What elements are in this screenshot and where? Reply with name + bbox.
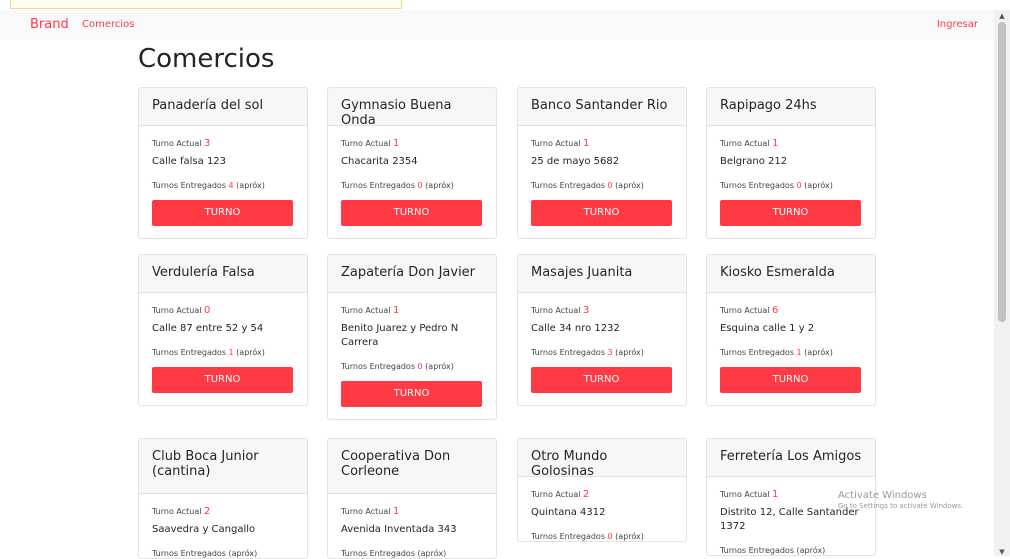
turns-delivered: Turnos Entregados (apróx) (341, 549, 447, 558)
card-title: Rapipago 24hs (707, 88, 875, 126)
card-address: Saavedra y Cangallo (152, 524, 256, 535)
scrollbar[interactable]: ▲ ▼ (994, 10, 1010, 556)
turns-delivered: Turnos Entregados 1 (apróx) (720, 348, 833, 357)
card-title: Banco Santander Rio (518, 88, 686, 126)
navbar: Brand Comercios Ingresar (0, 10, 995, 40)
scroll-down-arrow-icon[interactable]: ▼ (994, 548, 1010, 556)
current-turn: Turno Actual 0 (152, 305, 211, 316)
activate-windows-watermark: Activate Windows Go to Settings to activ… (838, 490, 963, 510)
card-title: Verdulería Falsa (139, 255, 307, 293)
turno-button[interactable]: TURNO (531, 367, 672, 393)
commerce-card: Zapatería Don Javier Turno Actual 1 Beni… (327, 254, 497, 420)
page-title: Comercios (138, 44, 275, 74)
commerce-card: Rapipago 24hs Turno Actual 1 Belgrano 21… (706, 87, 876, 239)
card-title: Kiosko Esmeralda (707, 255, 875, 293)
card-title: Club Boca Junior (cantina) (139, 439, 307, 494)
turns-delivered: Turnos Entregados 0 (apróx) (531, 532, 644, 541)
turns-delivered: Turnos Entregados 3 (apróx) (531, 348, 644, 357)
turns-delivered: Turnos Entregados 0 (apróx) (531, 181, 644, 190)
turns-delivered: Turnos Entregados 0 (apróx) (720, 181, 833, 190)
turns-delivered: Turnos Entregados (apróx) (152, 549, 258, 558)
scroll-up-arrow-icon[interactable]: ▲ (994, 12, 1010, 20)
turno-button[interactable]: TURNO (341, 200, 482, 226)
card-address: Quintana 4312 (531, 507, 606, 518)
card-address: Esquina calle 1 y 2 (720, 323, 815, 334)
card-title: Cooperativa Don Corleone (328, 439, 496, 494)
turns-delivered: Turnos Entregados 0 (apróx) (341, 362, 454, 371)
commerce-card: Kiosko Esmeralda Turno Actual 6 Esquina … (706, 254, 876, 406)
turno-button[interactable]: TURNO (152, 200, 293, 226)
commerce-card: Cooperativa Don Corleone Turno Actual 1 … (327, 438, 497, 559)
commerce-card: Banco Santander Rio Turno Actual 1 25 de… (517, 87, 687, 239)
card-address: Avenida Inventada 343 (341, 524, 457, 535)
card-title: Gymnasio Buena Onda (328, 88, 496, 128)
turno-button[interactable]: TURNO (720, 367, 861, 393)
current-turn: Turno Actual 1 (720, 138, 779, 149)
current-turn: Turno Actual 2 (531, 489, 590, 500)
commerce-card: Panadería del sol Turno Actual 3 Calle f… (138, 87, 308, 239)
card-address: Belgrano 212 (720, 156, 788, 167)
commerce-card: Club Boca Junior (cantina) Turno Actual … (138, 438, 308, 559)
watermark-subtitle: Go to Settings to activate Windows. (838, 502, 964, 510)
card-title: Masajes Juanita (518, 255, 686, 293)
nav-link-comercios[interactable]: Comercios (82, 19, 135, 30)
card-title: Zapatería Don Javier (328, 255, 496, 293)
current-turn: Turno Actual 3 (531, 305, 590, 316)
scrollbar-thumb[interactable] (998, 22, 1006, 322)
current-turn: Turno Actual 6 (720, 305, 779, 316)
brand-link[interactable]: Brand (30, 17, 69, 32)
card-address: Calle 87 entre 52 y 54 (152, 323, 264, 334)
turno-button[interactable]: TURNO (720, 200, 861, 226)
card-address: Calle falsa 123 (152, 156, 227, 167)
commerce-card: Otro Mundo Golosinas Turno Actual 2 Quin… (517, 438, 687, 542)
card-title: Ferretería Los Amigos (707, 439, 875, 477)
watermark-title: Activate Windows (838, 490, 927, 501)
current-turn: Turno Actual 1 (341, 305, 400, 316)
card-address: Calle 34 nro 1232 (531, 323, 620, 334)
current-turn: Turno Actual 2 (152, 506, 211, 517)
commerce-card: Gymnasio Buena Onda Turno Actual 1 Chaca… (327, 87, 497, 239)
turns-delivered: Turnos Entregados 0 (apróx) (341, 181, 454, 190)
commerce-card: Verdulería Falsa Turno Actual 0 Calle 87… (138, 254, 308, 406)
card-address: Benito Juarez y Pedro N Carrera (341, 323, 459, 348)
turno-button[interactable]: TURNO (531, 200, 672, 226)
devtools-tooltip (10, 0, 402, 9)
login-link[interactable]: Ingresar (937, 19, 978, 30)
turns-delivered: Turnos Entregados (apróx) (720, 546, 826, 555)
turno-button[interactable]: TURNO (152, 367, 293, 393)
card-address: Distrito 12, Calle Santander 1372 (720, 507, 859, 532)
card-address: 25 de mayo 5682 (531, 156, 620, 167)
current-turn: Turno Actual 1 (341, 506, 400, 517)
card-title: Panadería del sol (139, 88, 307, 126)
turns-delivered: Turnos Entregados 1 (apróx) (152, 348, 265, 357)
turns-delivered: Turnos Entregados 4 (apróx) (152, 181, 265, 190)
current-turn: Turno Actual 1 (531, 138, 590, 149)
card-address: Chacarita 2354 (341, 156, 418, 167)
current-turn: Turno Actual 1 (341, 138, 400, 149)
turno-button[interactable]: TURNO (341, 381, 482, 407)
card-title: Otro Mundo Golosinas (518, 439, 686, 479)
commerce-card: Masajes Juanita Turno Actual 3 Calle 34 … (517, 254, 687, 406)
current-turn: Turno Actual 3 (152, 138, 211, 149)
